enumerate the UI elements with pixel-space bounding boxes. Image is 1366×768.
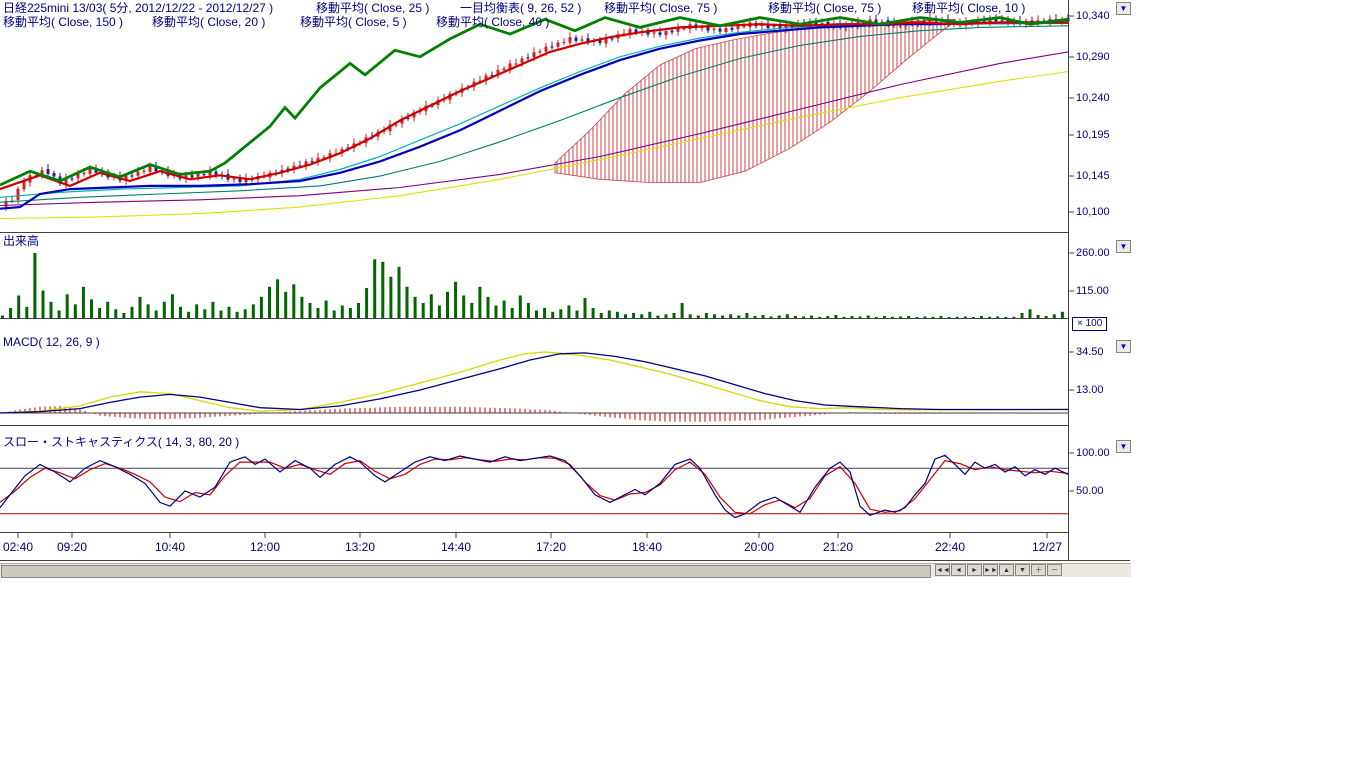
pane-title-2: スロー・ストキャスティクス( 14, 3, 80, 20 ) [3, 436, 239, 449]
indicator-label-row2-0: 移動平均( Close, 150 ) [3, 16, 123, 29]
indicator-label-row1-5: 移動平均( Close, 10 ) [912, 2, 1025, 15]
time-label: 13:20 [345, 541, 375, 554]
price-tick-label: 10,195 [1076, 129, 1110, 141]
price-tick-label: 10,240 [1076, 92, 1110, 104]
time-label: 10:40 [155, 541, 185, 554]
scrollbar-button-2[interactable]: ► [967, 564, 982, 576]
time-label: 17:20 [536, 541, 566, 554]
macd-macd-line [0, 353, 1068, 413]
macd-tick-label: 13.00 [1076, 384, 1104, 396]
time-label: 12:00 [250, 541, 280, 554]
ma_purple-line [0, 52, 1068, 206]
volume-tick-label: 260.00 [1076, 247, 1110, 259]
chart-application-window: 日経225mini 13/03( 5分, 2012/12/22 - 2012/1… [0, 0, 1366, 768]
horizontal-scrollbar[interactable]: ◄◄◄►►►▲▼＋－ [0, 563, 1131, 577]
pane-menu-button-1[interactable]: ▼ [1116, 240, 1131, 253]
volume-multiplier-badge: × 100 [1072, 317, 1107, 331]
indicator-label-row1-2: 一目均衡表( 9, 26, 52 ) [460, 2, 581, 15]
stoch-tick-label: 50.00 [1076, 485, 1104, 497]
time-label: 14:40 [441, 541, 471, 554]
time-label: 12/27 [1032, 541, 1062, 554]
price-tick-label: 10,100 [1076, 206, 1110, 218]
time-label: 18:40 [632, 541, 662, 554]
macd-signal-line [0, 352, 1068, 413]
volume-tick-label: 115.00 [1076, 285, 1109, 297]
scrollbar-button-1[interactable]: ◄ [951, 564, 966, 576]
time-label: 20:00 [744, 541, 774, 554]
time-label: 02:40 [3, 541, 33, 554]
scrollbar-thumb[interactable] [1, 565, 931, 578]
price-tick-label: 10,145 [1076, 170, 1110, 182]
scrollbar-button-6[interactable]: ＋ [1031, 564, 1046, 576]
volume-bars [1, 253, 1064, 318]
indicator-label-row2-3: 移動平均( Close, 40 ) [436, 16, 549, 29]
price-tick-label: 10,340 [1076, 10, 1110, 22]
scrollbar-button-4[interactable]: ▲ [999, 564, 1014, 576]
time-label: 22:40 [935, 541, 965, 554]
pane-title-1: MACD( 12, 26, 9 ) [3, 336, 100, 349]
chart-canvas [0, 0, 1131, 562]
time-label: 21:20 [823, 541, 853, 554]
pane-menu-button-2[interactable]: ▼ [1116, 340, 1131, 353]
pane-menu-button-3[interactable]: ▼ [1116, 440, 1131, 453]
indicator-label-row2-1: 移動平均( Close, 20 ) [152, 16, 265, 29]
scrollbar-button-0[interactable]: ◄◄ [935, 564, 950, 576]
indicator-label-row1-0: 日経225mini 13/03( 5分, 2012/12/22 - 2012/1… [3, 2, 273, 15]
scrollbar-button-3[interactable]: ►► [983, 564, 998, 576]
indicator-label-row1-1: 移動平均( Close, 25 ) [316, 2, 429, 15]
macd-tick-label: 34.50 [1076, 346, 1104, 358]
stoch-tick-label: 100.00 [1076, 447, 1110, 459]
indicator-label-row1-4: 移動平均( Close, 75 ) [768, 2, 881, 15]
scrollbar-button-7[interactable]: － [1047, 564, 1062, 576]
scrollbar-button-5[interactable]: ▼ [1015, 564, 1030, 576]
time-label: 09:20 [57, 541, 87, 554]
ichimoku-cloud [555, 19, 955, 182]
pane-title-0: 出来高 [3, 235, 39, 248]
stoch-percent_D-line [0, 458, 1068, 514]
indicator-label-row1-3: 移動平均( Close, 75 ) [604, 2, 717, 15]
stoch-percent_K-line [0, 455, 1068, 517]
indicator-label-row2-2: 移動平均( Close, 5 ) [300, 16, 407, 29]
scrollbar-buttons: ◄◄◄►►►▲▼＋－ [935, 564, 1063, 577]
pane-menu-button-0[interactable]: ▼ [1116, 2, 1131, 15]
price-tick-label: 10,290 [1076, 51, 1110, 63]
